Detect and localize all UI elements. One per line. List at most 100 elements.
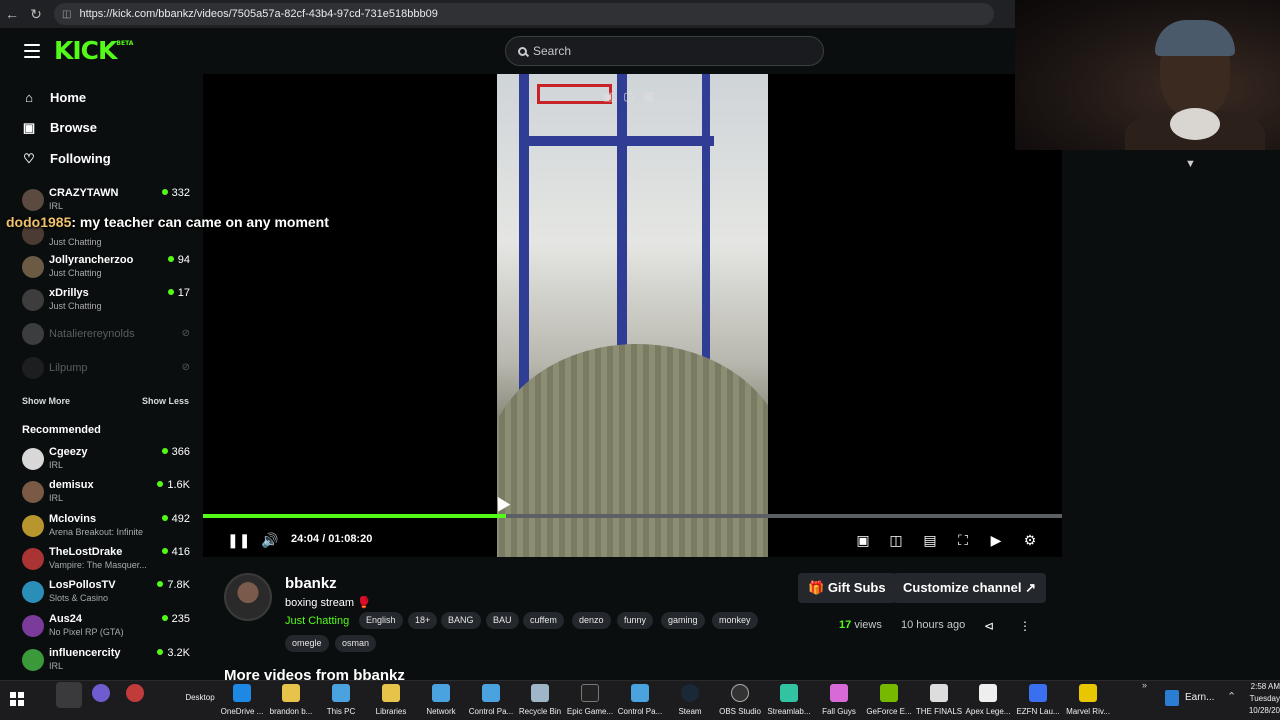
recommended-channel[interactable]: TheLostDrake Vampire: The Masquer... 416	[22, 546, 190, 576]
nav-browse[interactable]: ▣ Browse	[22, 120, 97, 135]
channel-avatar[interactable]	[224, 573, 272, 621]
taskbar-app[interactable]: Recycle Bin	[513, 682, 567, 718]
search-input[interactable]: Search	[505, 36, 824, 66]
taskbar-app[interactable]: Fall Guys	[812, 682, 866, 718]
tag[interactable]: BAU	[486, 612, 519, 629]
obs-icon	[731, 684, 749, 702]
pause-button[interactable]: ❚❚	[227, 532, 250, 548]
gift-subs-button[interactable]: 🎁 Gift Subs	[798, 573, 896, 603]
tray-chevron-icon[interactable]: ⌃	[1227, 690, 1236, 703]
clip-icon[interactable]: ◫	[888, 532, 904, 548]
control-panel-icon	[631, 684, 649, 702]
file-icon	[979, 684, 997, 702]
avatar	[22, 256, 44, 278]
browser-icon[interactable]	[92, 684, 110, 702]
theater-icon[interactable]: ▤	[922, 532, 938, 548]
recommended-channel[interactable]: Aus24 No Pixel RP (GTA) 235	[22, 613, 190, 643]
windows-start-icon[interactable]	[10, 692, 24, 706]
tag[interactable]: English	[359, 612, 403, 629]
avatar	[22, 448, 44, 470]
control-panel-icon	[482, 684, 500, 702]
following-channel[interactable]: Jollyrancherzoo Just Chatting 94	[22, 254, 190, 284]
chat-message: : my teacher can came on any moment	[71, 214, 329, 230]
tag[interactable]: gaming	[661, 612, 705, 629]
progress-fill	[203, 514, 506, 518]
edge-icon[interactable]	[56, 682, 82, 708]
libraries-icon	[382, 684, 400, 702]
taskbar-app[interactable]: Control Pa...	[613, 682, 667, 718]
recommended-channel[interactable]: influencercity IRL 3.2K	[22, 647, 190, 675]
video-title: boxing stream 🥊	[285, 597, 371, 609]
taskbar-app[interactable]: OneDrive ...	[215, 682, 269, 718]
channel-name[interactable]: bbankz	[285, 575, 337, 592]
fullscreen-icon[interactable]: ⛶	[955, 532, 971, 548]
recommended-channel[interactable]: demisux IRL 1.6K	[22, 479, 190, 509]
search-icon	[518, 46, 527, 56]
taskbar-app[interactable]: Epic Game...	[563, 682, 617, 718]
taskbar-app[interactable]: Apex Lege...	[961, 682, 1015, 718]
url-text: https://kick.com/bbankz/videos/7505a57a-…	[79, 8, 438, 20]
taskbar-app[interactable]: Control Pa...	[464, 682, 518, 718]
avatar	[22, 515, 44, 537]
show-less-button[interactable]: Show Less	[142, 396, 189, 406]
taskbar-app[interactable]: OBS Studio	[713, 682, 767, 718]
following-channel[interactable]: xDrillys Just Chatting 17	[22, 287, 190, 317]
address-bar[interactable]: ◫ https://kick.com/bbankz/videos/7505a57…	[54, 3, 994, 25]
following-channel[interactable]: CRAZYTAWN IRL 332	[22, 187, 190, 217]
tag[interactable]: cuffem	[523, 612, 564, 629]
nav-home[interactable]: ⌂ Home	[22, 90, 86, 105]
more-options-icon[interactable]: ⋮	[1017, 618, 1033, 634]
search-placeholder: Search	[533, 44, 572, 58]
taskbar-app[interactable]: brandon b...	[264, 682, 318, 718]
offline-channel[interactable]: Natalierereynolds ⊘	[22, 321, 190, 351]
taskbar-app[interactable]: Network	[414, 682, 468, 718]
tag[interactable]: 18+	[408, 612, 438, 629]
tray-app-label[interactable]: Earn...	[1185, 692, 1214, 703]
taskbar-app[interactable]: Libraries	[364, 682, 418, 718]
recommended-channel[interactable]: Cgeezy IRL 366	[22, 446, 190, 476]
show-more-button[interactable]: Show More	[22, 396, 70, 406]
reload-icon[interactable]: ↻	[24, 6, 48, 23]
kick-logo[interactable]: KICKBETA	[54, 36, 133, 65]
recommended-channel[interactable]: Mclovins Arena Breakout: Infinite 492	[22, 513, 190, 543]
taskbar-app[interactable]: GeForce E...	[862, 682, 916, 718]
customize-channel-button[interactable]: Customize channel ↗	[893, 573, 1046, 603]
site-info-icon[interactable]: ◫	[62, 9, 71, 20]
video-frame[interactable]: ▣▢▦	[497, 74, 768, 557]
tag[interactable]: denzo	[572, 612, 611, 629]
pip-icon[interactable]: ▣	[855, 532, 871, 548]
taskbar-app[interactable]: Steam	[663, 682, 717, 718]
tag[interactable]: osman	[335, 635, 377, 652]
speed-icon[interactable]: ▶	[988, 532, 1004, 548]
the-finals-icon	[930, 684, 948, 702]
chrome-icon[interactable]	[126, 684, 144, 702]
offline-icon: ⊘	[181, 362, 190, 373]
taskbar-app[interactable]: Marvel Riv...	[1061, 682, 1115, 718]
system-clock[interactable]: 2:58 AM Tuesday 10/28/20	[1248, 681, 1280, 717]
heart-icon: ♡	[23, 150, 35, 166]
tag[interactable]: funny	[617, 612, 654, 629]
tag[interactable]: omegle	[285, 635, 329, 652]
gift-icon: 🎁	[808, 580, 825, 595]
tag[interactable]: monkey	[712, 612, 758, 629]
volume-button[interactable]: 🔊	[261, 532, 278, 548]
back-icon[interactable]: ←	[0, 6, 24, 22]
marvel-rivals-icon	[1079, 684, 1097, 702]
taskbar-app[interactable]: EZFN Lau...	[1011, 682, 1065, 718]
menu-icon[interactable]	[24, 44, 40, 58]
category-link[interactable]: Just Chatting	[285, 615, 349, 627]
document-icon[interactable]	[1165, 690, 1179, 706]
share-icon[interactable]: ⊲	[981, 618, 997, 634]
taskbar-app[interactable]: Streamlab...	[762, 682, 816, 718]
recommended-channel[interactable]: LosPollosTV Slots & Casino 7.8K	[22, 579, 190, 609]
offline-channel[interactable]: Lilpump ⊘	[22, 355, 190, 385]
taskbar-app[interactable]: THE FINALS	[912, 682, 966, 718]
settings-icon[interactable]: ⚙	[1022, 532, 1038, 548]
nav-following[interactable]: ♡ Following	[22, 150, 110, 166]
filter-icon[interactable]: ▼	[1185, 158, 1196, 170]
overflow-chevron-icon[interactable]: »	[1142, 680, 1147, 690]
webcam-overlay	[1015, 0, 1280, 150]
taskbar-app[interactable]: This PC	[314, 682, 368, 718]
avatar	[22, 357, 44, 379]
tag[interactable]: BANG	[441, 612, 481, 629]
